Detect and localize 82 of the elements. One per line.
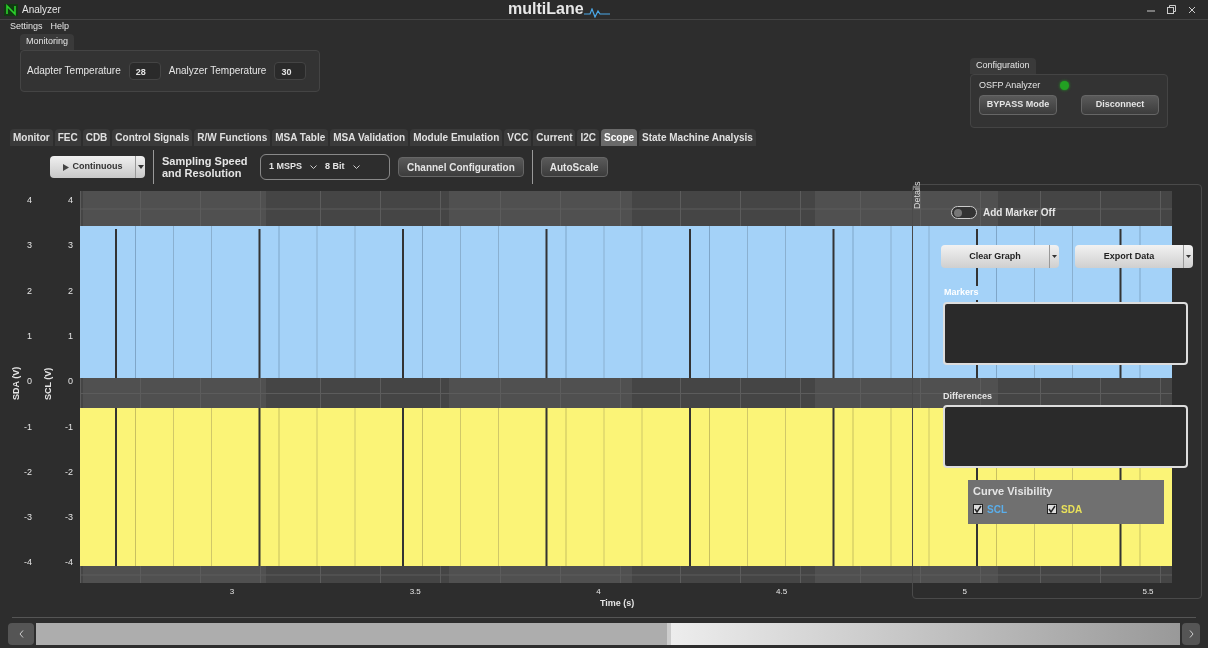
axis-label: SCL (V) [42,367,54,400]
tab[interactable]: FEC [54,129,81,146]
chevron-icon [310,164,317,170]
wave-icon [583,8,610,18]
tick-label: 4 [26,194,32,207]
toggle-label: Add Marker Off [983,206,1056,220]
tick-label: -3 [64,511,73,525]
toolbar-button[interactable]: AutoScale [540,157,608,177]
axis-label: SDA (V) [10,366,22,400]
tick-label: 4 [67,194,73,207]
curve-label: SDA [1061,502,1083,517]
details-tab[interactable]: Details [911,181,925,209]
caret-icon [1186,255,1191,258]
tab[interactable]: I2C [577,129,600,146]
dropdown-button[interactable]: Clear Graph [941,245,1059,268]
checkbox[interactable] [973,504,983,514]
window-title: Analyzer [22,3,61,17]
tick-label: -2 [64,465,73,479]
tab[interactable]: MSA Table [272,129,329,146]
checkbox[interactable] [1047,504,1057,514]
tick-label: 4 [596,586,601,598]
sampling-selector[interactable]: 1 MSPS 8 Bit [260,154,390,180]
tick-label: -4 [23,556,32,570]
sampling-label: Sampling Speed and Resolution [162,155,249,179]
tab[interactable]: Current [533,129,576,146]
tick-label: 5.5 [1142,586,1154,598]
tick-label: 1 [67,329,73,343]
tab[interactable]: State Machine Analysis [639,129,756,146]
scroll-right-button[interactable] [1182,623,1200,645]
caret-icon [1052,255,1057,258]
tick-label: -4 [64,556,73,570]
tick-label: 3 [229,586,235,598]
device-label: OSFP Analyzer [979,78,1041,92]
tab[interactable]: Module Emulation [410,129,503,146]
chevron-left-icon [18,630,24,638]
tick-label: 3 [26,239,32,253]
tab[interactable]: Scope [601,129,638,146]
play-icon [62,163,69,171]
tick-label: 1 [26,329,32,343]
config-button[interactable]: BYPASS Mode [979,95,1057,115]
tick-label: 0 [67,375,73,389]
brand-logo: multiLane [508,0,584,18]
toolbar-button[interactable]: Channel Configuration [398,157,524,177]
section-label: Differences [943,390,993,403]
tab[interactable]: Monitor [10,129,53,146]
caret-icon [137,165,144,169]
chevron-right-icon [1188,630,1194,638]
dropdown-button[interactable]: Export Data [1075,245,1193,268]
tab[interactable]: Control Signals [112,129,193,146]
tick-label: -3 [23,511,32,525]
field-label: Analyzer Temperature [168,64,267,78]
app-logo-icon [4,3,18,16]
tick-label: 4.5 [776,586,788,598]
tick-label: -1 [64,420,73,434]
tick-label: 3.5 [409,586,421,598]
tab[interactable]: VCC [504,129,532,146]
tab[interactable]: R/W Functions [194,129,271,146]
tick-label: 5 [962,586,967,598]
tick-label: 3 [67,239,73,253]
field-label: Adapter Temperature [27,64,121,78]
menu-item[interactable]: Settings [10,20,43,33]
tick-label: -2 [23,465,32,479]
run-mode-dropdown[interactable]: Continuous [50,156,145,178]
axis-label: Time (s) [600,597,635,610]
group-title: Monitoring [20,34,75,50]
panel-title: Curve Visibility [973,484,1054,499]
tick-label: 2 [67,284,73,298]
marker-toggle[interactable] [951,206,977,219]
value-field: 28 [128,61,161,80]
group-title: Configuration [970,58,1036,74]
tab[interactable]: CDB [82,129,111,146]
tab[interactable]: MSA Validation [330,129,409,146]
curve-label: SCL [987,502,1007,517]
section-label: Markers [943,286,980,300]
restore-icon[interactable] [1167,5,1176,14]
tick-label: -1 [23,420,32,434]
config-button[interactable]: Disconnect [1081,95,1159,115]
value-field: 30 [274,61,307,80]
chevron-icon [352,164,360,170]
menu-item[interactable]: Help [50,20,70,33]
tick-label: 2 [26,284,32,298]
close-icon[interactable] [1188,5,1196,14]
